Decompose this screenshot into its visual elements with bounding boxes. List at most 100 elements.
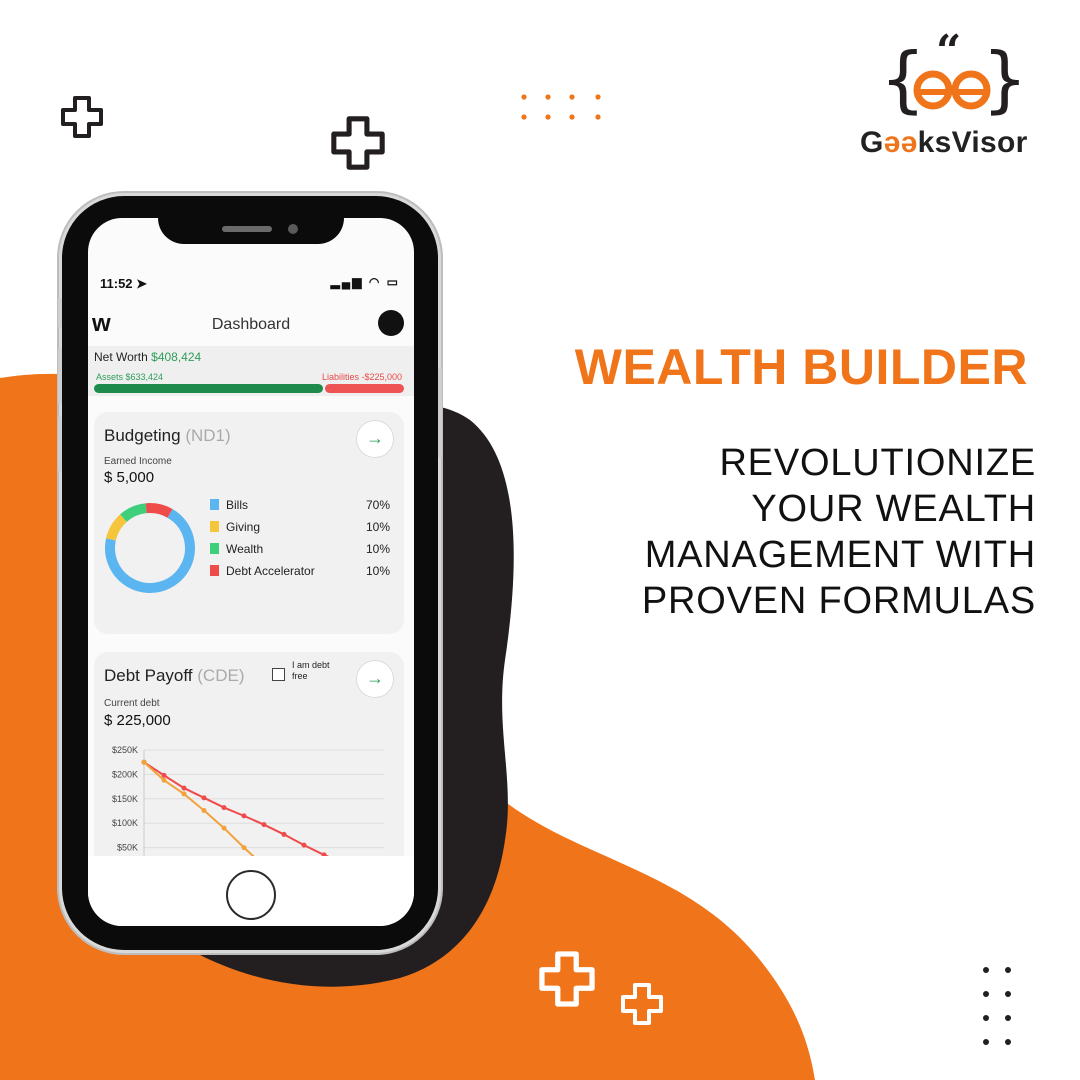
brand-logo: { } “ GəəksVisor <box>858 30 1048 160</box>
app-title: Dashboard <box>211 316 291 333</box>
liabilities-label: Liabilities -$225,000 <box>321 372 402 382</box>
legend-row-giving: Giving 10% <box>210 520 390 542</box>
net-worth-label-text: Net Worth <box>94 350 148 364</box>
subheadline-line: MANAGEMENT WITH <box>644 534 1036 576</box>
legend-name: Giving <box>226 520 261 534</box>
plus-outline-icon <box>621 983 663 1025</box>
headline: WEALTH BUILDER <box>574 339 1028 395</box>
series-point-1 <box>141 759 147 765</box>
logo-text-prefix: G <box>860 126 884 159</box>
avatar[interactable] <box>378 310 404 336</box>
debt-title-text: Debt Payoff <box>104 666 193 685</box>
subheadline-line: YOUR WEALTH <box>751 488 1036 530</box>
status-time-text: 11:52 <box>100 276 133 291</box>
plus-outline-icon <box>331 116 385 170</box>
series-point-1 <box>201 808 207 814</box>
legend-pct: 70% <box>365 498 390 512</box>
legend-swatch <box>210 499 219 510</box>
series-point-0 <box>281 831 287 837</box>
y-tick-label: $100K <box>112 818 138 828</box>
subheadline: REVOLUTIONIZE YOUR WEALTH MANAGEMENT WIT… <box>516 440 1036 624</box>
legend-swatch <box>210 521 219 532</box>
subheadline-line: REVOLUTIONIZE <box>719 442 1036 484</box>
plus-outline-icon <box>61 96 103 138</box>
current-debt-value: $ 225,000 <box>104 712 171 729</box>
budgeting-title: Budgeting (ND1) <box>104 426 231 446</box>
liabilities-bar <box>325 384 404 393</box>
front-camera <box>288 224 298 234</box>
series-point-0 <box>301 842 307 848</box>
home-button[interactable] <box>226 870 276 920</box>
logo-text-accent: əə <box>883 126 918 159</box>
legend-pct: 10% <box>365 520 390 534</box>
series-point-1 <box>241 845 247 851</box>
phone-notch <box>158 198 344 244</box>
donut-slice-wealth <box>105 503 195 593</box>
series-point-0 <box>161 772 167 778</box>
assets-label: Assets $633,424 <box>96 372 164 382</box>
status-bar: 11:52 ➤ ▂▄▆ ◠ ▭ <box>88 273 414 293</box>
y-tick-label: $50K <box>117 843 138 853</box>
y-tick-label: $150K <box>112 794 138 804</box>
donut-slice-giving <box>105 503 195 593</box>
current-debt-label: Current debt <box>104 698 160 709</box>
status-icons: ▂▄▆ ◠ ▭ <box>330 275 400 289</box>
budget-legend: Bills 70% Giving 10% Wealth 10% Debt Accele… <box>210 498 390 586</box>
legend-swatch <box>210 565 219 576</box>
arrow-right-icon: → <box>366 668 384 688</box>
series-point-0 <box>221 805 227 811</box>
budgeting-card: Budgeting (ND1) → Earned Income $ 5,000 … <box>94 412 404 634</box>
series-point-0 <box>181 785 187 791</box>
legend-row-bills: Bills 70% <box>210 498 390 520</box>
series-point-0 <box>261 822 267 828</box>
phone-screen: 11:52 ➤ ▂▄▆ ◠ ▭ w Dashboard Net Worth $4… <box>88 218 414 926</box>
y-tick-label: $250K <box>112 745 138 755</box>
phone-side-button <box>438 368 442 458</box>
legend-row-debt-accelerator: Debt Accelerator 10% <box>210 564 390 586</box>
series-point-0 <box>241 813 247 819</box>
app-bar: w Dashboard <box>88 308 414 342</box>
status-time: 11:52 ➤ <box>100 276 148 291</box>
debt-free-label: I am debt free <box>292 660 330 681</box>
debt-open-button[interactable]: → <box>356 660 394 698</box>
legend-pct: 10% <box>365 542 390 556</box>
donut-slice-bills <box>105 503 195 593</box>
legend-name: Bills <box>226 498 249 512</box>
legend-pct: 10% <box>365 564 390 578</box>
plus-outline-icon <box>539 951 595 1007</box>
speaker-grille <box>222 226 272 232</box>
debt-free-checkbox[interactable] <box>272 668 285 681</box>
series-point-1 <box>221 825 227 831</box>
debt-title: Debt Payoff (CDE) <box>104 666 244 686</box>
logo-wordmark: GəəksVisor <box>860 126 1028 160</box>
series-point-1 <box>161 777 167 783</box>
debt-code: (CDE) <box>197 666 245 685</box>
geeksvisor-logo-mark: { } “ <box>880 30 1028 121</box>
net-worth-panel: Net Worth $408,424 Assets $633,424 Liabi… <box>88 346 414 396</box>
budgeting-code: (ND1) <box>185 426 231 445</box>
assets-bar <box>94 384 323 393</box>
legend-swatch <box>210 543 219 554</box>
legend-row-wealth: Wealth 10% <box>210 542 390 564</box>
budget-donut-chart <box>105 503 195 593</box>
phone-side-button <box>58 298 62 328</box>
legend-name: Wealth <box>226 542 264 556</box>
y-tick-label: $200K <box>112 769 138 779</box>
series-point-0 <box>201 795 207 801</box>
logo-text-suffix: ksVisor <box>917 126 1028 159</box>
subheadline-line: PROVEN FORMULAS <box>641 580 1036 622</box>
income-label: Earned Income <box>104 456 172 467</box>
net-worth-label: Net Worth $408,424 <box>94 350 201 364</box>
donut-slice-debt-accelerator <box>105 503 195 593</box>
dot-grid-icon <box>983 967 1011 1045</box>
dot-grid-icon <box>521 94 601 120</box>
net-worth-value: $408,424 <box>151 350 202 364</box>
arrow-right-icon: → <box>366 428 384 448</box>
budgeting-open-button[interactable]: → <box>356 420 394 458</box>
series-point-1 <box>181 791 187 797</box>
svg-text:}: } <box>982 37 1028 121</box>
phone-side-button <box>58 416 62 472</box>
phone-side-button <box>58 348 62 404</box>
svg-text:“: “ <box>936 30 961 77</box>
budgeting-title-text: Budgeting <box>104 426 181 445</box>
